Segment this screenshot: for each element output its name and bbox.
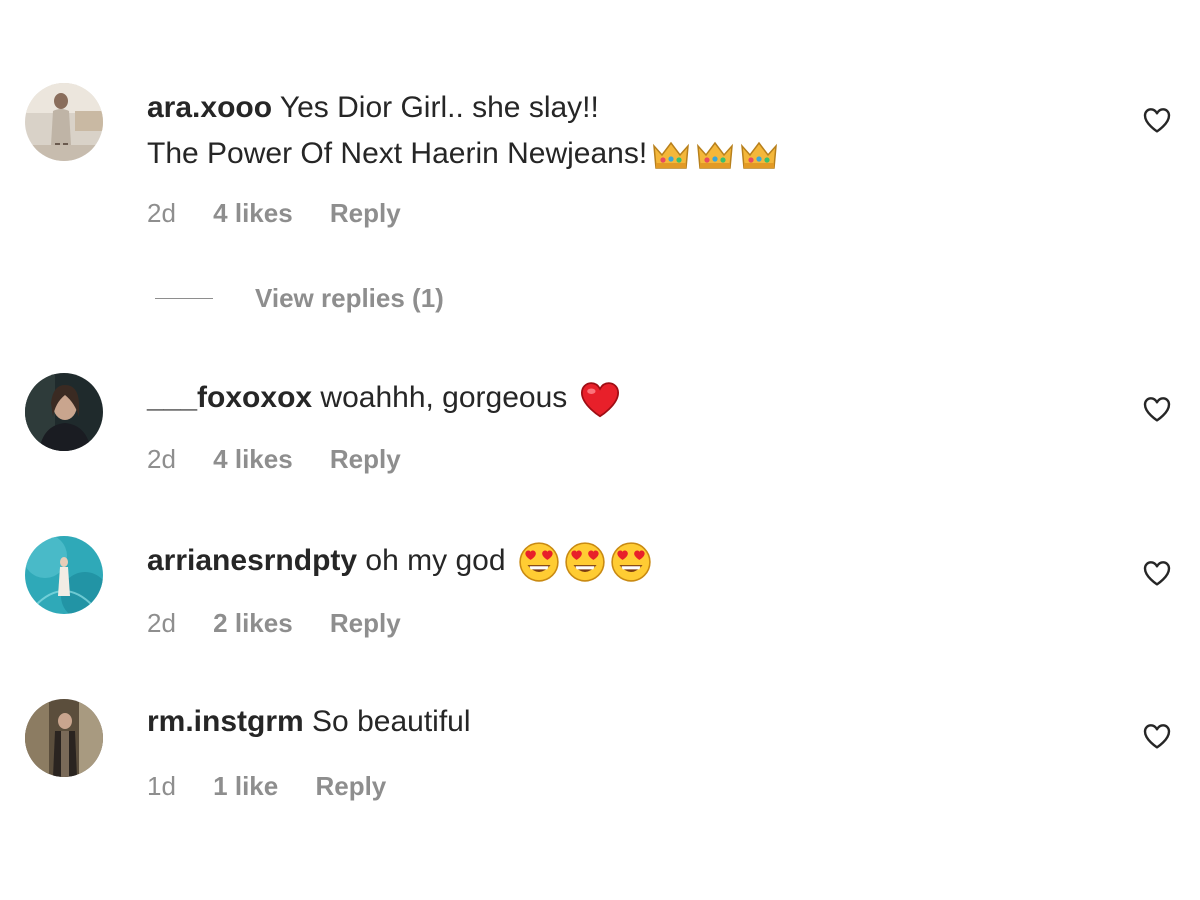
- avatar[interactable]: [25, 373, 103, 451]
- comment-username[interactable]: ara.xooo: [147, 91, 272, 124]
- comment-likes[interactable]: 1 like: [213, 770, 278, 802]
- comment-likes[interactable]: 4 likes: [213, 197, 293, 229]
- comment-username[interactable]: arrianesrndpty: [147, 544, 357, 577]
- heart-eyes-icon: [564, 541, 606, 583]
- avatar-image: [25, 536, 103, 614]
- like-heart-icon[interactable]: [1141, 720, 1173, 752]
- reply-button[interactable]: Reply: [330, 607, 401, 639]
- comment-meta: 2d 2 likes Reply: [147, 607, 401, 639]
- comment-likes[interactable]: 2 likes: [213, 607, 293, 639]
- view-replies-label: View replies (1): [255, 282, 444, 313]
- like-heart-icon[interactable]: [1141, 557, 1173, 589]
- view-replies-button[interactable]: View replies (1): [155, 282, 444, 314]
- crown-icon: [651, 138, 691, 172]
- avatar-image: [25, 83, 103, 161]
- reply-button[interactable]: Reply: [330, 197, 401, 229]
- comment-body: rm.instgrm So beautiful: [147, 699, 471, 745]
- heart-eyes-icon: [610, 541, 652, 583]
- crown-icon: [695, 138, 735, 172]
- avatar[interactable]: [25, 83, 103, 161]
- like-heart-icon[interactable]: [1141, 393, 1173, 425]
- avatar[interactable]: [25, 536, 103, 614]
- comment-likes[interactable]: 4 likes: [213, 443, 293, 475]
- comment-time: 2d: [147, 444, 176, 474]
- comment-meta: 1d 1 like Reply: [147, 770, 386, 802]
- comment-text-line2: The Power Of Next Haerin Newjeans!: [147, 137, 648, 170]
- comment-time: 2d: [147, 608, 176, 638]
- comment-body: ___foxoxox woahhh, gorgeous: [147, 375, 621, 421]
- comment-username[interactable]: ___foxoxox: [147, 381, 312, 414]
- comment-text: woahhh, gorgeous: [320, 381, 568, 414]
- comment-time: 2d: [147, 198, 176, 228]
- comment-body: arrianesrndpty oh my god: [147, 538, 652, 584]
- view-replies-divider: [155, 297, 213, 299]
- comment-text: So beautiful: [312, 705, 471, 738]
- comment-time: 1d: [147, 771, 176, 801]
- heart-eyes-icon: [518, 541, 560, 583]
- comment-meta: 2d 4 likes Reply: [147, 443, 401, 475]
- comment-body: ara.xooo Yes Dior Girl.. she slay!! The …: [147, 85, 779, 177]
- comment-username[interactable]: rm.instgrm: [147, 705, 304, 738]
- avatar[interactable]: [25, 699, 103, 777]
- comment-meta: 2d 4 likes Reply: [147, 197, 401, 229]
- avatar-image: [25, 699, 103, 777]
- reply-button[interactable]: Reply: [315, 770, 386, 802]
- avatar-image: [25, 373, 103, 451]
- crown-icon: [739, 138, 779, 172]
- comment-text: oh my god: [365, 544, 506, 577]
- reply-button[interactable]: Reply: [330, 443, 401, 475]
- comment-text: Yes Dior Girl.. she slay!!: [279, 91, 599, 124]
- red-heart-icon: [579, 380, 621, 418]
- like-heart-icon[interactable]: [1141, 104, 1173, 136]
